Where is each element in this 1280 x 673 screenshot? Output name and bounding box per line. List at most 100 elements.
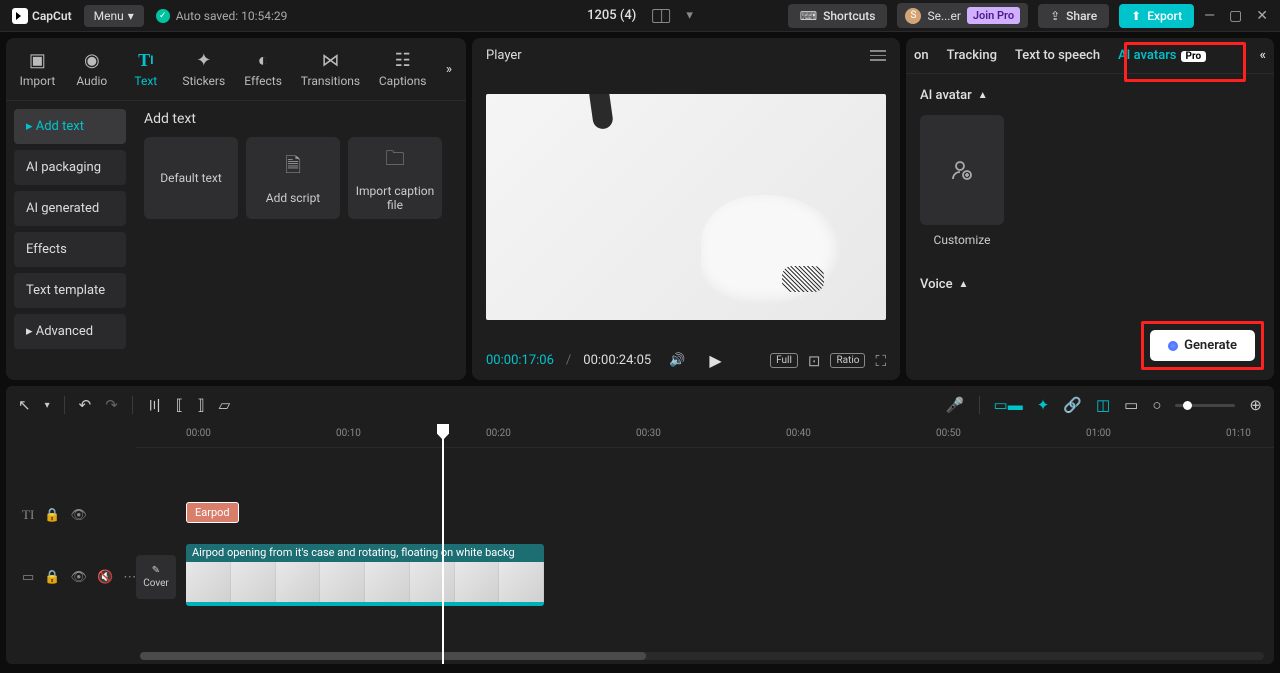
video-track-icon: ▭ [22, 570, 34, 585]
volume-icon[interactable]: 🔊 [669, 353, 685, 368]
text-clip[interactable]: Earpod [186, 502, 239, 523]
check-icon: ✓ [156, 9, 170, 23]
tab-import[interactable]: ▣Import [12, 46, 63, 92]
menu-button[interactable]: Menu ▾ [84, 5, 144, 27]
minimize-button[interactable]: — [1204, 8, 1215, 24]
collapse-icon[interactable]: ▲ [978, 90, 988, 101]
tool-dropdown[interactable]: ▾ [45, 400, 50, 411]
sidebar-item-add-text[interactable]: ▸ Add text [14, 109, 126, 144]
video-preview[interactable] [472, 73, 900, 341]
fullscreen-icon[interactable]: ⛶ [875, 352, 886, 370]
generate-button[interactable]: Generate [1150, 330, 1255, 361]
more-icon[interactable]: ⋯ [123, 570, 136, 585]
share-icon: ⇪ [1050, 9, 1060, 23]
tile-default-text[interactable]: Default text [144, 137, 238, 219]
tab-transitions[interactable]: ⋈Transitions [293, 46, 367, 92]
align-button[interactable]: ◫ [1096, 396, 1110, 414]
trim-right-tool[interactable]: ⟧ [197, 396, 204, 414]
customize-avatar-tile[interactable] [920, 115, 1004, 225]
redo-button[interactable]: ↷ [105, 396, 118, 414]
user-chip[interactable]: S Se...er Join Pro [897, 3, 1028, 28]
inspector-panel: on Tracking Text to speech AI avatarsPro… [906, 38, 1274, 380]
tab-audio[interactable]: ◉Audio [67, 46, 117, 92]
tab-effects[interactable]: ◐Effects [237, 46, 290, 92]
media-tabs: ▣Import ◉Audio TIText ✦Stickers ◐Effects… [6, 38, 466, 101]
layout-icon[interactable] [652, 9, 670, 23]
player-panel: Player 00:00:17:06 / 00:00:24:05 🔊 ▶ Ful… [472, 38, 900, 380]
more-tabs-button[interactable]: » [438, 58, 460, 81]
share-button[interactable]: ⇪ Share [1038, 4, 1109, 28]
chevron-down-icon[interactable]: ▾ [686, 8, 693, 23]
zoom-out-button[interactable]: ○ [1152, 396, 1161, 414]
sparkle-icon [1168, 341, 1178, 351]
sidebar-item-effects[interactable]: Effects [14, 232, 126, 267]
script-icon: 🗎 [285, 151, 301, 185]
video-track: ▭ 🔒 👁 🔇 ⋯ ✎ Cover Airpod opening from it… [6, 542, 1274, 612]
lock-icon[interactable]: 🔒 [44, 570, 60, 585]
stickers-icon: ✦ [196, 50, 211, 70]
sidebar-item-ai-generated[interactable]: AI generated [14, 191, 126, 226]
text-track: TI 🔒 👁 Earpod [6, 488, 1274, 542]
rtab-on[interactable]: on [914, 48, 929, 63]
pro-badge: Pro [1181, 51, 1207, 62]
full-badge[interactable]: Full [770, 353, 798, 368]
cover-button[interactable]: ✎ Cover [136, 555, 176, 599]
timeline-ruler[interactable]: 00:00 00:10 00:20 00:30 00:40 00:50 01:0… [136, 424, 1274, 448]
content-heading: Add text [144, 111, 456, 127]
join-pro-badge[interactable]: Join Pro [967, 7, 1020, 24]
avatar-section-title: AI avatar ▲ [920, 88, 1260, 103]
preview-button[interactable]: ▭ [1124, 396, 1138, 414]
tab-captions[interactable]: ☷Captions [371, 46, 433, 92]
timeline: 00:00 00:10 00:20 00:30 00:40 00:50 01:0… [6, 424, 1274, 664]
media-panel: ▣Import ◉Audio TIText ✦Stickers ◐Effects… [6, 38, 466, 380]
tab-text[interactable]: TIText [121, 46, 171, 92]
tile-add-script[interactable]: 🗎Add script [246, 137, 340, 219]
autosave-status: ✓ Auto saved: 10:54:29 [156, 9, 288, 23]
zoom-fit-button[interactable]: ⊕ [1249, 396, 1262, 414]
magnet-button[interactable]: ✦ [1037, 396, 1050, 414]
crop-icon[interactable]: ⊡ [808, 352, 821, 370]
export-button[interactable]: ⬆ Export [1119, 4, 1194, 28]
video-clip[interactable]: Airpod opening from it's case and rotati… [186, 544, 544, 606]
sidebar-item-advanced[interactable]: ▸ Advanced [14, 314, 126, 349]
mic-button[interactable]: 🎤 [946, 396, 965, 414]
playhead[interactable] [442, 424, 444, 664]
titlebar: CapCut Menu ▾ ✓ Auto saved: 10:54:29 120… [0, 0, 1280, 32]
sidebar-item-text-template[interactable]: Text template [14, 273, 126, 308]
undo-button[interactable]: ↶ [79, 396, 92, 414]
text-track-icon: TI [22, 507, 34, 523]
maximize-button[interactable]: ▢ [1229, 8, 1242, 24]
rtab-tracking[interactable]: Tracking [947, 48, 997, 63]
transitions-icon: ⋈ [321, 50, 339, 70]
export-icon: ⬆ [1131, 9, 1141, 23]
eye-icon[interactable]: 👁 [70, 570, 87, 585]
app-name: CapCut [32, 9, 72, 23]
lock-icon[interactable]: 🔒 [44, 508, 60, 523]
rtab-tts[interactable]: Text to speech [1015, 48, 1100, 63]
sidebar-item-ai-packaging[interactable]: AI packaging [14, 150, 126, 185]
shortcuts-button[interactable]: ⌨ Shortcuts [788, 4, 888, 28]
rtab-ai-avatars[interactable]: AI avatarsPro [1118, 48, 1206, 63]
link-button[interactable]: 🔗 [1063, 396, 1082, 414]
mute-icon[interactable]: 🔇 [97, 570, 113, 585]
timeline-scrollbar[interactable] [140, 652, 1264, 660]
split-tool[interactable]: 〣 [147, 395, 162, 416]
play-button[interactable]: ▶ [709, 351, 721, 370]
collapse-icon[interactable]: ▲ [959, 279, 969, 290]
close-button[interactable]: ✕ [1256, 8, 1268, 24]
snap-button[interactable]: ▭▬ [994, 396, 1023, 414]
text-content: Add text Default text 🗎Add script 🗀Impor… [134, 101, 466, 380]
person-settings-icon [950, 158, 974, 182]
tab-stickers[interactable]: ✦Stickers [175, 46, 233, 92]
voice-section-title: Voice ▲ [920, 277, 1260, 292]
trim-left-tool[interactable]: ⟦ [176, 396, 183, 414]
folder-icon: 🗀 [385, 144, 405, 178]
delete-tool[interactable]: ▱ [219, 396, 231, 414]
select-tool[interactable]: ↖ [18, 396, 31, 414]
tile-import-caption[interactable]: 🗀Import caption file [348, 137, 442, 219]
eye-icon[interactable]: 👁 [70, 508, 87, 523]
zoom-slider[interactable] [1175, 404, 1235, 407]
collapse-button[interactable]: « [1260, 48, 1266, 63]
ratio-badge[interactable]: Ratio [830, 353, 865, 368]
player-menu-button[interactable] [870, 50, 886, 61]
